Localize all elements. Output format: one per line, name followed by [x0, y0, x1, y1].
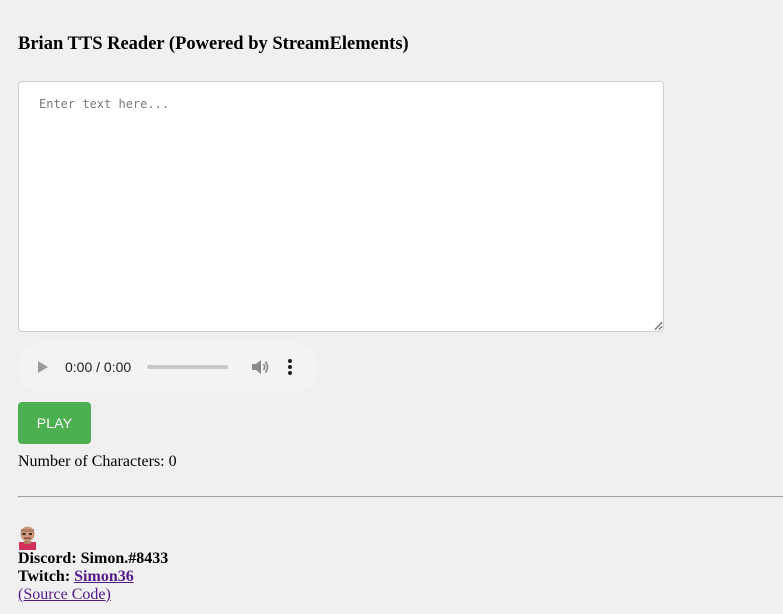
avatar [18, 526, 37, 550]
character-count: Number of Characters: 0 [18, 453, 177, 471]
discord-line: Discord: Simon.#8433 [18, 550, 168, 568]
character-count-label: Number of Characters: [18, 453, 169, 470]
play-button[interactable]: PLAY [18, 402, 91, 444]
discord-label: Discord: [18, 550, 77, 567]
twitch-label: Twitch: [18, 568, 71, 585]
play-icon[interactable] [35, 360, 49, 374]
audio-progress-bar[interactable] [147, 365, 228, 369]
page-title: Brian TTS Reader (Powered by StreamEleme… [18, 34, 409, 54]
audio-player: 0:00 / 0:00 [18, 342, 318, 392]
volume-icon[interactable] [250, 358, 270, 376]
divider [18, 496, 783, 498]
more-options-icon[interactable] [286, 358, 294, 376]
discord-value: Simon.#8433 [80, 550, 169, 567]
tts-text-input[interactable] [18, 81, 664, 332]
page: Brian TTS Reader (Powered by StreamEleme… [0, 0, 783, 614]
source-code-link[interactable]: (Source Code) [18, 586, 111, 603]
twitch-link[interactable]: Simon36 [74, 568, 134, 585]
audio-time-display: 0:00 / 0:00 [65, 359, 132, 375]
twitch-line: Twitch: Simon36 [18, 568, 168, 586]
character-count-value: 0 [168, 453, 177, 470]
author-info: Discord: Simon.#8433 Twitch: Simon36 (So… [18, 550, 168, 604]
source-line: (Source Code) [18, 586, 168, 604]
